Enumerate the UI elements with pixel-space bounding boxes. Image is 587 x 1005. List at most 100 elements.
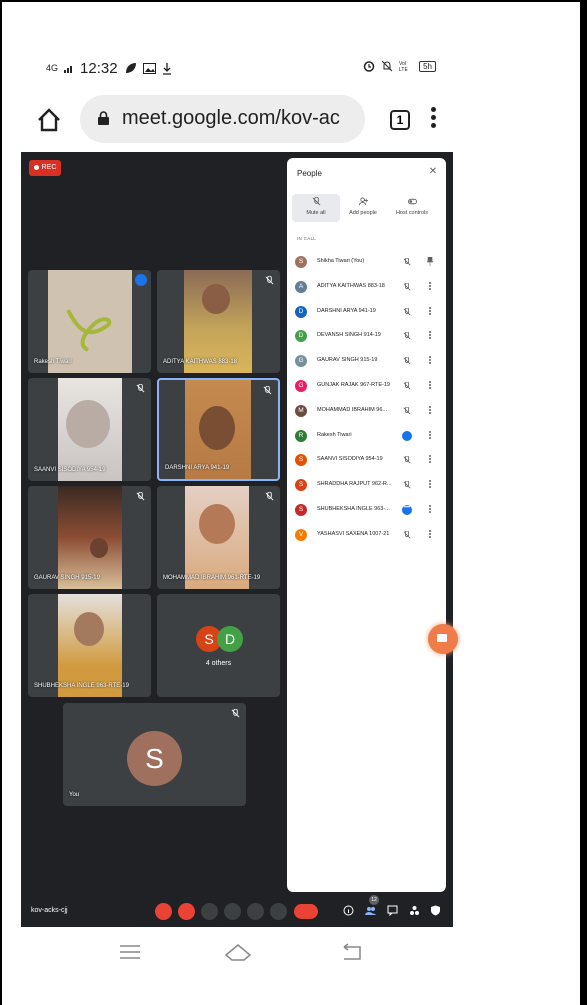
more-menu-icon[interactable] [431,107,437,131]
mic-off-icon [265,276,274,285]
recording-badge: REC [29,160,61,176]
participant-name: MOHAMMAD IBRAHIM 96... [317,406,387,413]
participant-row[interactable]: A ADITYA KAITHWAS 883-18 [295,279,440,299]
in-call-heading: IN CALL [297,236,317,241]
participant-row[interactable]: M MOHAMMAD IBRAHIM 96... [295,403,440,423]
participant-name: GAURAV SINGH 915-19 [317,357,378,364]
mic-off-icon [403,357,411,365]
host-controls-label: Host controls [395,210,429,216]
mic-toggle-button[interactable] [155,903,172,920]
battery-indicator: 5h [419,60,436,72]
participant-more-icon[interactable] [429,281,431,291]
video-tile[interactable]: MOHAMMAD IBRAHIM 961-RTE-19 [157,486,280,589]
participant-row[interactable]: G GUNJAK RAJAK 967-RTE-19 [295,378,440,398]
captions-button[interactable] [201,903,218,920]
others-label: 4 others [205,660,232,667]
participant-more-icon[interactable] [429,405,431,415]
participant-row[interactable]: G GAURAV SINGH 915-19 [295,353,440,373]
participant-more-icon[interactable] [429,455,431,464]
tile-name: ADITYA KAITHWAS 883-18 [163,359,238,365]
end-call-button[interactable] [294,904,318,919]
video-tile[interactable]: SHUBHEKSHA INGLE 963-RTE-19 [28,594,151,697]
self-avatar: S [127,731,182,786]
mic-off-icon [265,492,274,501]
video-feed [48,270,132,373]
participant-more-icon[interactable] [429,529,431,539]
mute-all-label: Mute all [306,210,326,216]
participant-row[interactable]: D DARSHNI ARYA 941-19 [295,304,440,324]
address-bar[interactable]: meet.google.com/kov-ac [80,95,365,143]
avatar: G [295,380,307,392]
add-person-icon [358,197,368,206]
participant-row[interactable]: S SHRADDHA RAJPUT 962-R... [295,477,440,497]
participant-count-badge: 12 [369,895,379,905]
mic-off-icon [403,382,411,390]
svg-text:LTE: LTE [399,67,408,72]
video-tile[interactable]: ADITYA KAITHWAS 883-18 [157,270,280,373]
system-nav-bar [0,930,580,980]
raise-hand-button[interactable] [224,903,241,920]
host-controls-icon[interactable] [430,905,441,916]
participant-row[interactable]: S SHUBHEKSHA INGLE 963-... ••• [295,502,440,522]
avatar: S [295,454,307,467]
alarm-icon [363,61,375,72]
participant-more-icon[interactable] [429,356,431,365]
volte-icon: VolLTE [399,61,408,72]
tab-switcher-button[interactable]: 1 [390,110,410,130]
present-button[interactable] [247,903,264,920]
people-icon[interactable] [365,905,376,916]
video-tile[interactable]: SAANVI SISODIYA 954-19 [28,378,151,481]
back-icon[interactable] [340,942,364,962]
mic-off-icon [403,406,411,415]
meet-control-bar: kov-acks-cjj 12 [21,895,453,927]
participant-row[interactable]: D DEVANSH SINGH 914-19 [295,328,440,348]
participant-row[interactable]: S Shikha Tiwari (You) [295,254,440,274]
avatar: A [295,280,307,293]
close-icon[interactable]: ✕ [428,167,438,177]
self-tile[interactable]: S You [63,703,246,806]
activities-icon[interactable] [409,905,420,916]
pin-icon[interactable] [427,257,433,266]
floating-camera-button[interactable] [428,624,458,654]
camera-toggle-button[interactable] [178,903,195,920]
others-avatar: D [217,626,243,652]
meeting-code: kov-acks-cjj [31,907,68,914]
info-icon[interactable] [343,905,354,916]
participant-name: SAANVI SISODIYA 954-19 [317,456,383,463]
mic-off-icon [263,386,272,395]
participant-row[interactable]: S SAANVI SISODIYA 954-19 [295,452,440,472]
participant-more-icon[interactable] [429,480,431,489]
others-tile[interactable]: S D 4 others [157,594,280,697]
recents-icon[interactable] [118,942,142,962]
participant-name: DEVANSH SINGH 914-19 [317,332,381,339]
participant-more-icon[interactable] [429,331,431,340]
mic-off-icon [136,492,145,501]
avatar: G [295,355,307,368]
video-tile-active[interactable]: DARSHNI ARYA 941-19 [157,378,280,481]
avatar: D [295,305,307,318]
chat-icon[interactable] [387,905,398,916]
participant-row[interactable]: R Rakesh Tiwari [295,428,440,448]
host-controls-button[interactable]: Host controls [386,194,438,222]
mic-off-icon [231,709,240,718]
image-icon [142,63,156,74]
home-icon[interactable] [36,107,62,133]
participant-name: GUNJAK RAJAK 967-RTE-19 [317,382,390,388]
clock: 12:32 [80,60,118,77]
video-tile[interactable]: GAURAV SINGH 915-19 [28,486,151,589]
participant-more-icon[interactable] [429,306,431,316]
more-options-button[interactable] [270,903,287,920]
video-feed [58,594,122,697]
participant-row[interactable]: V YASHASVI SAXENA 1007-21 [295,527,440,547]
video-tile[interactable]: Rakesh Tiwari [28,270,151,373]
url-text: meet.google.com/kov-ac [122,107,340,129]
home-nav-icon[interactable] [224,942,252,962]
participant-more-icon[interactable] [429,430,431,440]
add-people-label: Add people [349,210,377,216]
mic-off-icon [403,456,411,464]
participant-more-icon[interactable] [429,505,431,514]
mute-all-button[interactable]: Mute all [292,194,340,222]
speaking-indicator [135,274,147,286]
add-people-button[interactable]: Add people [339,194,387,222]
participant-more-icon[interactable] [429,381,431,390]
